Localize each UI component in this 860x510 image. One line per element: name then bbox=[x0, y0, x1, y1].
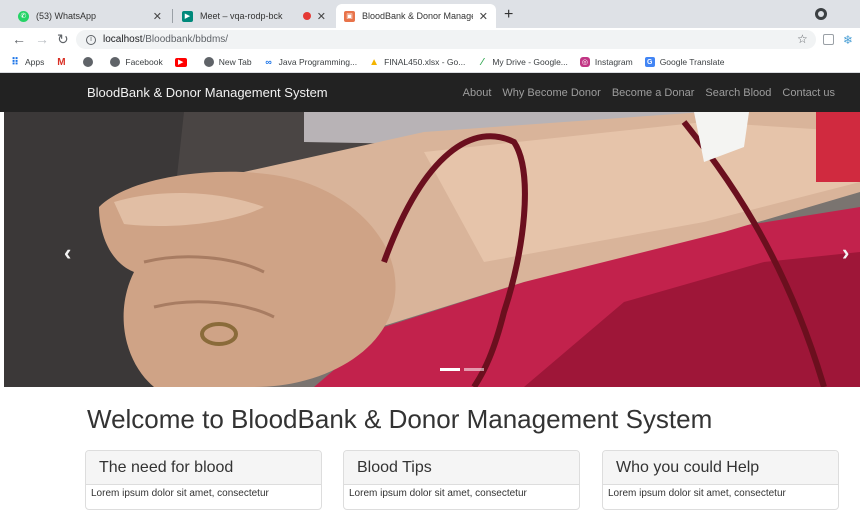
nav-link-search-blood[interactable]: Search Blood bbox=[705, 87, 771, 99]
panel-body: Lorem ipsum dolor sit amet, consectetur bbox=[349, 488, 527, 499]
info-icon[interactable]: i bbox=[86, 34, 96, 45]
extension-icon[interactable] bbox=[823, 34, 834, 45]
account-icon[interactable] bbox=[815, 8, 827, 20]
globe-icon bbox=[203, 57, 214, 67]
globe-icon bbox=[110, 57, 121, 67]
panel-need-for-blood: The need for blood Lorem ipsum dolor sit… bbox=[85, 450, 322, 510]
recording-icon bbox=[302, 12, 311, 20]
nav-link-why-become-donor[interactable]: Why Become Donor bbox=[502, 87, 600, 99]
link-icon: ∞ bbox=[265, 57, 272, 67]
tab-title: BloodBank & Donor Manageme bbox=[362, 11, 473, 21]
apps-grid-icon: ⠿ bbox=[11, 56, 19, 68]
site-favicon: ▣ bbox=[344, 10, 355, 22]
tab-title: (53) WhatsApp bbox=[36, 11, 97, 21]
bookmark-apps[interactable]: ⠿ Apps bbox=[10, 56, 45, 68]
browser-toolbar: ← → ↻ i localhost/Bloodbank/bbdms/ ☆ ❄ bbox=[0, 28, 860, 52]
bookmark-label: Facebook bbox=[125, 57, 163, 67]
gmail-icon: M bbox=[57, 56, 66, 68]
bookmark-instagram[interactable]: ◎ Instagram bbox=[579, 57, 633, 67]
nav-links: About Why Become Donor Become a Donar Se… bbox=[452, 87, 835, 99]
youtube-icon: ▶ bbox=[174, 57, 187, 67]
tab-title: Meet – vqa-rodp-bck bbox=[200, 11, 283, 21]
panel-title: The need for blood bbox=[86, 451, 321, 485]
panel-title: Blood Tips bbox=[344, 451, 579, 485]
panel-title: Who you could Help bbox=[603, 451, 838, 485]
carousel-next-arrow-icon[interactable]: › bbox=[842, 240, 849, 266]
bookmark-label: New Tab bbox=[218, 57, 252, 67]
carousel-slide-image bbox=[4, 112, 860, 387]
back-arrow-icon[interactable]: ← bbox=[12, 31, 26, 47]
nav-link-become-a-donar[interactable]: Become a Donar bbox=[612, 87, 695, 99]
google-translate-icon: G bbox=[644, 57, 655, 67]
bookmark-label: Instagram bbox=[594, 57, 633, 67]
bookmark-label: FINAL450.xlsx - Go... bbox=[384, 57, 466, 67]
browser-tab-bar: ✆ (53) WhatsApp ✕ ▶ Meet – vqa-rodp-bck … bbox=[0, 0, 860, 28]
bookmark-label: My Drive - Google... bbox=[492, 57, 568, 67]
bookmark-facebook[interactable]: Facebook bbox=[110, 57, 163, 67]
tab-meet[interactable]: ▶ Meet – vqa-rodp-bck ✕ bbox=[174, 4, 334, 28]
nav-link-about[interactable]: About bbox=[463, 87, 492, 99]
panel-body: Lorem ipsum dolor sit amet, consectetur bbox=[91, 488, 269, 499]
bookmark-youtube[interactable]: ▶ bbox=[174, 57, 192, 67]
nav-link-contact-us[interactable]: Contact us bbox=[782, 87, 835, 99]
bookmark-label: Java Programming... bbox=[278, 57, 358, 67]
google-drive-icon: ▲ bbox=[369, 56, 380, 68]
instagram-icon: ◎ bbox=[579, 57, 590, 67]
url-host: localhost bbox=[103, 34, 143, 45]
tab-whatsapp[interactable]: ✆ (53) WhatsApp ✕ bbox=[10, 4, 170, 28]
bookmark-gmail[interactable]: M bbox=[56, 56, 71, 68]
bookmark-google-translate[interactable]: G Google Translate bbox=[644, 57, 725, 67]
globe-icon bbox=[83, 57, 94, 67]
panel-blood-tips: Blood Tips Lorem ipsum dolor sit amet, c… bbox=[343, 450, 580, 510]
url-path: /Bloodbank/bbdms/ bbox=[142, 34, 229, 45]
bookmark-label: Apps bbox=[25, 57, 45, 67]
panel-body: Lorem ipsum dolor sit amet, consectetur bbox=[608, 488, 786, 499]
reload-icon[interactable]: ↻ bbox=[57, 31, 69, 48]
site-navbar: BloodBank & Donor Management System Abou… bbox=[0, 73, 860, 112]
address-bar[interactable]: i localhost/Bloodbank/bbdms/ bbox=[76, 30, 816, 49]
tab-divider bbox=[172, 9, 173, 23]
hero-carousel: ‹ › bbox=[4, 112, 860, 387]
forward-arrow-icon[interactable]: → bbox=[35, 31, 49, 47]
bookmark-java[interactable]: ∞ Java Programming... bbox=[264, 57, 357, 67]
panel-who-you-could-help: Who you could Help Lorem ipsum dolor sit… bbox=[602, 450, 839, 510]
bookmark-new-tab[interactable]: New Tab bbox=[203, 57, 252, 67]
bookmarks-bar: ⠿ Apps M Facebook ▶ New Tab ∞ Java Progr… bbox=[0, 52, 860, 73]
bookmark-final450[interactable]: ▲ FINAL450.xlsx - Go... bbox=[369, 56, 466, 68]
page-heading: Welcome to BloodBank & Donor Management … bbox=[87, 404, 713, 434]
close-icon[interactable]: ✕ bbox=[479, 10, 488, 23]
bookmark-my-drive[interactable]: ⁄ My Drive - Google... bbox=[477, 56, 568, 68]
close-icon[interactable]: ✕ bbox=[153, 10, 162, 23]
carousel-indicator[interactable] bbox=[464, 368, 484, 371]
carousel-indicator-active[interactable] bbox=[440, 368, 460, 371]
new-tab-button[interactable]: + bbox=[504, 6, 513, 24]
close-icon[interactable]: ✕ bbox=[317, 10, 326, 23]
extension-icon[interactable]: ❄ bbox=[843, 33, 853, 47]
bookmark-star-icon[interactable]: ☆ bbox=[797, 32, 808, 46]
bookmark-label: Google Translate bbox=[659, 57, 725, 67]
tab-bloodbank[interactable]: ▣ BloodBank & Donor Manageme ✕ bbox=[336, 4, 496, 28]
bookmark-globe[interactable] bbox=[83, 57, 98, 67]
carousel-prev-arrow-icon[interactable]: ‹ bbox=[64, 240, 71, 266]
google-meet-icon: ▶ bbox=[182, 10, 193, 22]
google-drive-icon: ⁄ bbox=[481, 56, 484, 68]
whatsapp-icon: ✆ bbox=[18, 10, 29, 22]
site-brand[interactable]: BloodBank & Donor Management System bbox=[87, 85, 328, 100]
